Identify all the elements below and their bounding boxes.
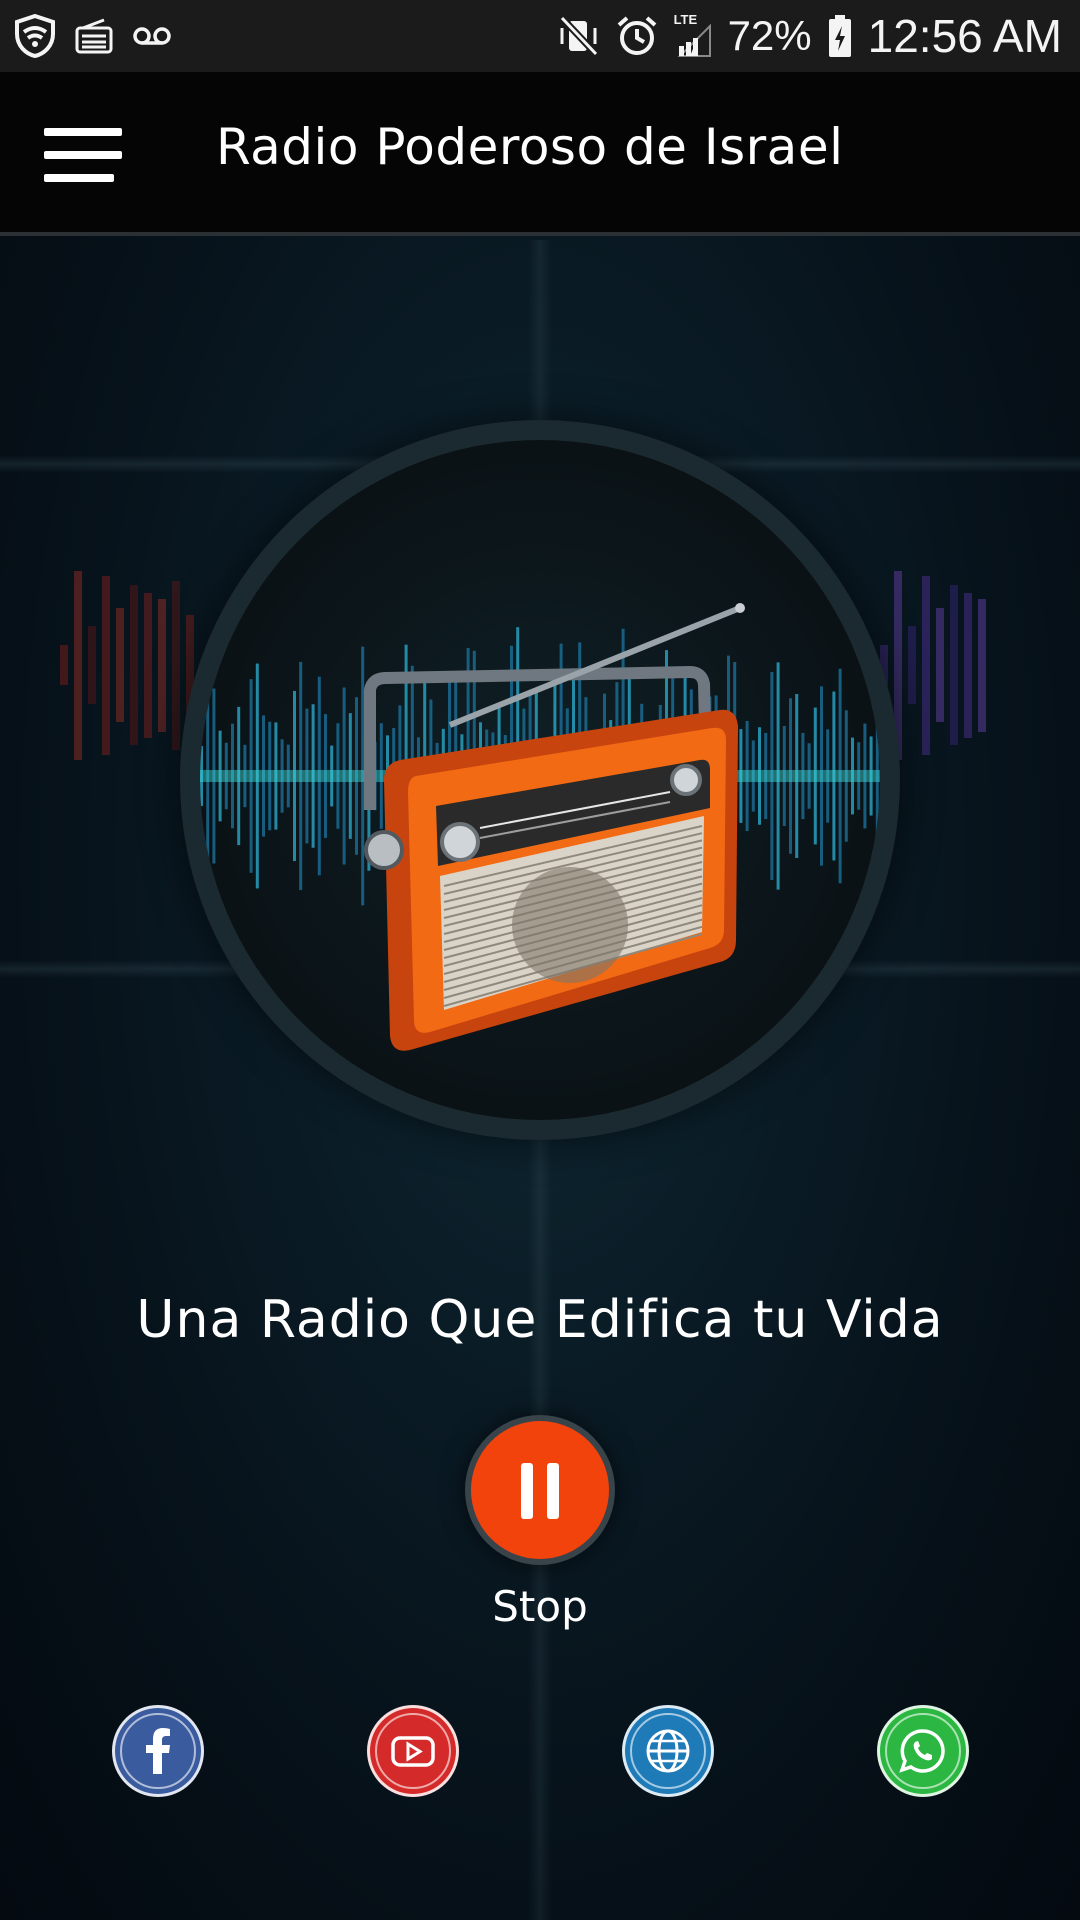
equalizer-bar: [936, 608, 944, 722]
radio-app-screen: LTE 72% 12:56 AM Radio Poderoso de Israe…: [0, 0, 1080, 1920]
equalizer-bar: [116, 608, 124, 722]
equalizer-bar: [172, 580, 180, 750]
battery-charging-icon: [828, 15, 851, 57]
equalizer-bar: [88, 626, 96, 704]
equalizer-bar: [908, 626, 916, 704]
app-bar: Radio Poderoso de Israel: [0, 72, 1080, 236]
stop-label: Stop: [492, 1582, 588, 1631]
equalizer-bar: [964, 592, 972, 738]
pause-icon: [471, 1421, 609, 1559]
equalizer-bars-left: [60, 560, 194, 770]
pause-button[interactable]: [465, 1415, 615, 1565]
radio-artwork: [200, 440, 880, 1120]
globe-icon: [646, 1729, 690, 1773]
shield-icon: [15, 14, 55, 58]
station-tagline: Una Radio Que Edifica tu Vida: [136, 1290, 944, 1350]
equalizer-bar: [130, 585, 138, 745]
equalizer-bar: [74, 570, 82, 760]
equalizer-bar: [158, 598, 166, 732]
equalizer-bar: [102, 575, 110, 755]
equalizer-bar: [950, 585, 958, 745]
youtube-icon: [391, 1736, 435, 1767]
facebook-icon: [146, 1728, 170, 1774]
hamburger-menu-icon[interactable]: [44, 128, 122, 182]
alarm-icon: [617, 16, 656, 55]
signal-icon: LTE: [674, 12, 712, 58]
equalizer-bar: [144, 592, 152, 738]
status-bar: LTE 72% 12:56 AM: [0, 0, 1080, 72]
equalizer-bar: [978, 598, 986, 732]
facebook-button[interactable]: [112, 1705, 204, 1797]
vibrate-mute-icon: [559, 16, 599, 56]
equalizer-bar: [60, 645, 68, 685]
radio-icon: [75, 18, 113, 54]
whatsapp-icon: [899, 1729, 945, 1773]
app-title: Radio Poderoso de Israel: [216, 118, 844, 176]
clock: 12:56 AM: [867, 10, 1062, 62]
battery-percentage: 72%: [727, 12, 812, 59]
youtube-button[interactable]: [367, 1705, 459, 1797]
equalizer-bar: [922, 575, 930, 755]
voicemail-icon: [133, 27, 171, 45]
whatsapp-button[interactable]: [877, 1705, 969, 1797]
website-button[interactable]: [622, 1705, 714, 1797]
